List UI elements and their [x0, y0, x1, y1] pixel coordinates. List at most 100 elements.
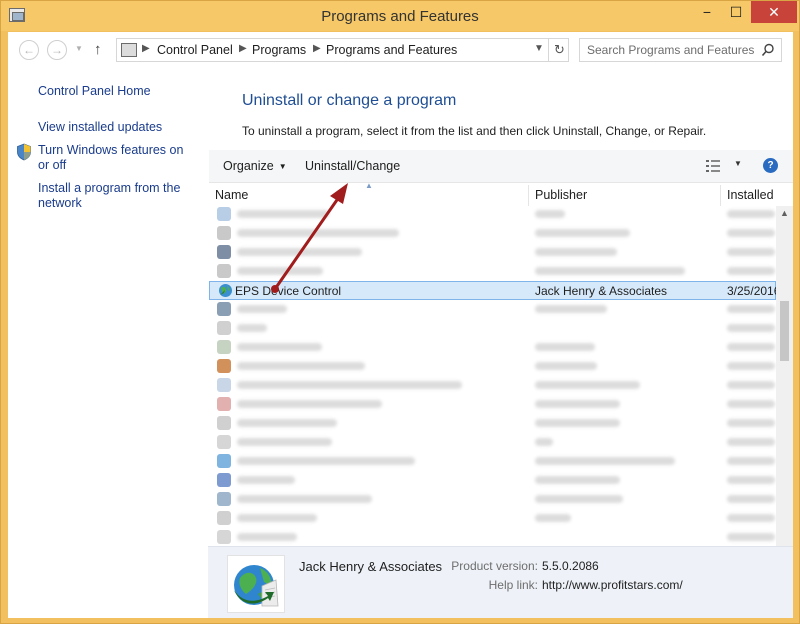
- blurred-text: [535, 248, 617, 256]
- list-item[interactable]: [209, 376, 776, 395]
- list-item[interactable]: [209, 471, 776, 490]
- title-bar[interactable]: Programs and Features − ☐ ✕: [1, 1, 799, 31]
- blurred-text: [535, 210, 565, 218]
- program-icon: [217, 416, 231, 430]
- main-content: Uninstall or change a program To uninsta…: [208, 70, 793, 618]
- blurred-text: [535, 267, 685, 275]
- back-button[interactable]: ←: [19, 40, 39, 60]
- blurred-text: [727, 419, 775, 427]
- blurred-text: [535, 495, 623, 503]
- forward-button[interactable]: →: [47, 40, 67, 60]
- programs-list[interactable]: EPS Device Control Jack Henry & Associat…: [209, 206, 776, 568]
- vertical-scrollbar[interactable]: ▲ ▼: [776, 206, 793, 568]
- chevron-right-icon[interactable]: ▶: [313, 43, 321, 54]
- list-item[interactable]: [209, 414, 776, 433]
- program-icon: [217, 321, 231, 335]
- chevron-right-icon[interactable]: ▶: [239, 43, 247, 54]
- help-link-value[interactable]: http://www.profitstars.com/: [542, 578, 683, 592]
- column-header-name[interactable]: Name: [215, 188, 248, 202]
- list-item[interactable]: [209, 433, 776, 452]
- search-box[interactable]: [579, 38, 782, 62]
- blurred-text: [237, 457, 415, 465]
- blurred-text: [535, 514, 571, 522]
- blurred-text: [727, 324, 775, 332]
- list-item[interactable]: [209, 300, 776, 319]
- blurred-text: [727, 495, 775, 503]
- list-item[interactable]: [209, 262, 776, 281]
- control-panel-icon: [121, 43, 137, 57]
- breadcrumb-programs[interactable]: Programs: [252, 43, 306, 57]
- list-item[interactable]: [209, 243, 776, 262]
- close-button[interactable]: ✕: [751, 1, 797, 23]
- program-icon: [217, 340, 231, 354]
- blurred-text: [237, 400, 382, 408]
- details-view-icon[interactable]: [706, 160, 720, 172]
- blurred-text: [727, 305, 775, 313]
- blurred-text: [535, 438, 553, 446]
- view-installed-updates-link[interactable]: View installed updates: [38, 120, 198, 135]
- install-from-network-link[interactable]: Install a program from the network: [38, 181, 198, 211]
- minimize-button[interactable]: −: [693, 1, 721, 23]
- arrow-right-icon: →: [51, 43, 63, 57]
- blurred-text: [535, 457, 675, 465]
- search-icon[interactable]: [761, 43, 775, 57]
- maximize-button[interactable]: ☐: [722, 1, 750, 23]
- search-input[interactable]: [580, 39, 760, 61]
- list-item[interactable]: [209, 357, 776, 376]
- breadcrumb-programs-and-features[interactable]: Programs and Features: [326, 43, 457, 57]
- column-header-installed-on[interactable]: Installed: [727, 188, 774, 202]
- program-icon: [217, 226, 231, 240]
- program-icon: [217, 473, 231, 487]
- list-item[interactable]: [209, 490, 776, 509]
- control-panel-home-link[interactable]: Control Panel Home: [38, 84, 198, 99]
- selected-program-row[interactable]: EPS Device Control Jack Henry & Associat…: [209, 281, 776, 300]
- blurred-text: [727, 514, 775, 522]
- blurred-text: [535, 343, 595, 351]
- list-item[interactable]: [209, 509, 776, 528]
- program-icon: [217, 378, 231, 392]
- list-item[interactable]: [209, 319, 776, 338]
- list-item[interactable]: [209, 395, 776, 414]
- recent-locations-button[interactable]: ▼: [75, 44, 83, 53]
- blurred-text: [237, 495, 372, 503]
- address-bar[interactable]: ▶ Control Panel ▶ Programs ▶ Programs an…: [116, 38, 569, 62]
- blurred-text: [237, 305, 287, 313]
- product-version-label: Product version:: [451, 559, 538, 573]
- list-item[interactable]: [209, 206, 776, 224]
- view-options-dropdown[interactable]: ▼: [734, 159, 742, 168]
- vertical-scroll-thumb[interactable]: [780, 301, 789, 361]
- turn-windows-features-link[interactable]: Turn Windows features on or off: [38, 143, 198, 173]
- page-title: Uninstall or change a program: [242, 92, 457, 109]
- blurred-text: [727, 381, 775, 389]
- chevron-right-icon[interactable]: ▶: [142, 43, 150, 54]
- breadcrumb-control-panel[interactable]: Control Panel: [157, 43, 233, 57]
- globe-arrow-icon: [219, 284, 232, 297]
- address-dropdown-button[interactable]: ▼: [534, 43, 544, 54]
- column-divider[interactable]: [720, 185, 721, 206]
- program-icon: [217, 264, 231, 278]
- blurred-text: [237, 267, 323, 275]
- uac-shield-icon: [17, 143, 31, 161]
- list-item[interactable]: [209, 338, 776, 357]
- blurred-text: [727, 476, 775, 484]
- scroll-up-arrow[interactable]: ▲: [780, 208, 789, 218]
- refresh-button[interactable]: ↻: [548, 39, 570, 61]
- column-header-publisher[interactable]: Publisher: [535, 188, 587, 202]
- arrow-up-icon: ↑: [94, 41, 102, 58]
- program-name: EPS Device Control: [235, 284, 342, 298]
- blurred-text: [727, 438, 775, 446]
- organize-button[interactable]: Organize ▼: [223, 159, 287, 173]
- blurred-text: [535, 381, 640, 389]
- chevron-down-icon: ▼: [278, 162, 287, 171]
- help-icon[interactable]: ?: [763, 158, 778, 173]
- list-item[interactable]: [209, 452, 776, 471]
- column-divider[interactable]: [528, 185, 529, 206]
- list-item[interactable]: [209, 224, 776, 243]
- command-bar: Organize ▼ Uninstall/Change ▼ ?: [209, 150, 793, 183]
- up-button[interactable]: ↑: [94, 41, 102, 58]
- list-item[interactable]: [209, 528, 776, 547]
- blurred-text: [237, 229, 399, 237]
- blurred-text: [535, 305, 607, 313]
- uninstall-change-button[interactable]: Uninstall/Change: [305, 159, 400, 173]
- blurred-text: [727, 400, 775, 408]
